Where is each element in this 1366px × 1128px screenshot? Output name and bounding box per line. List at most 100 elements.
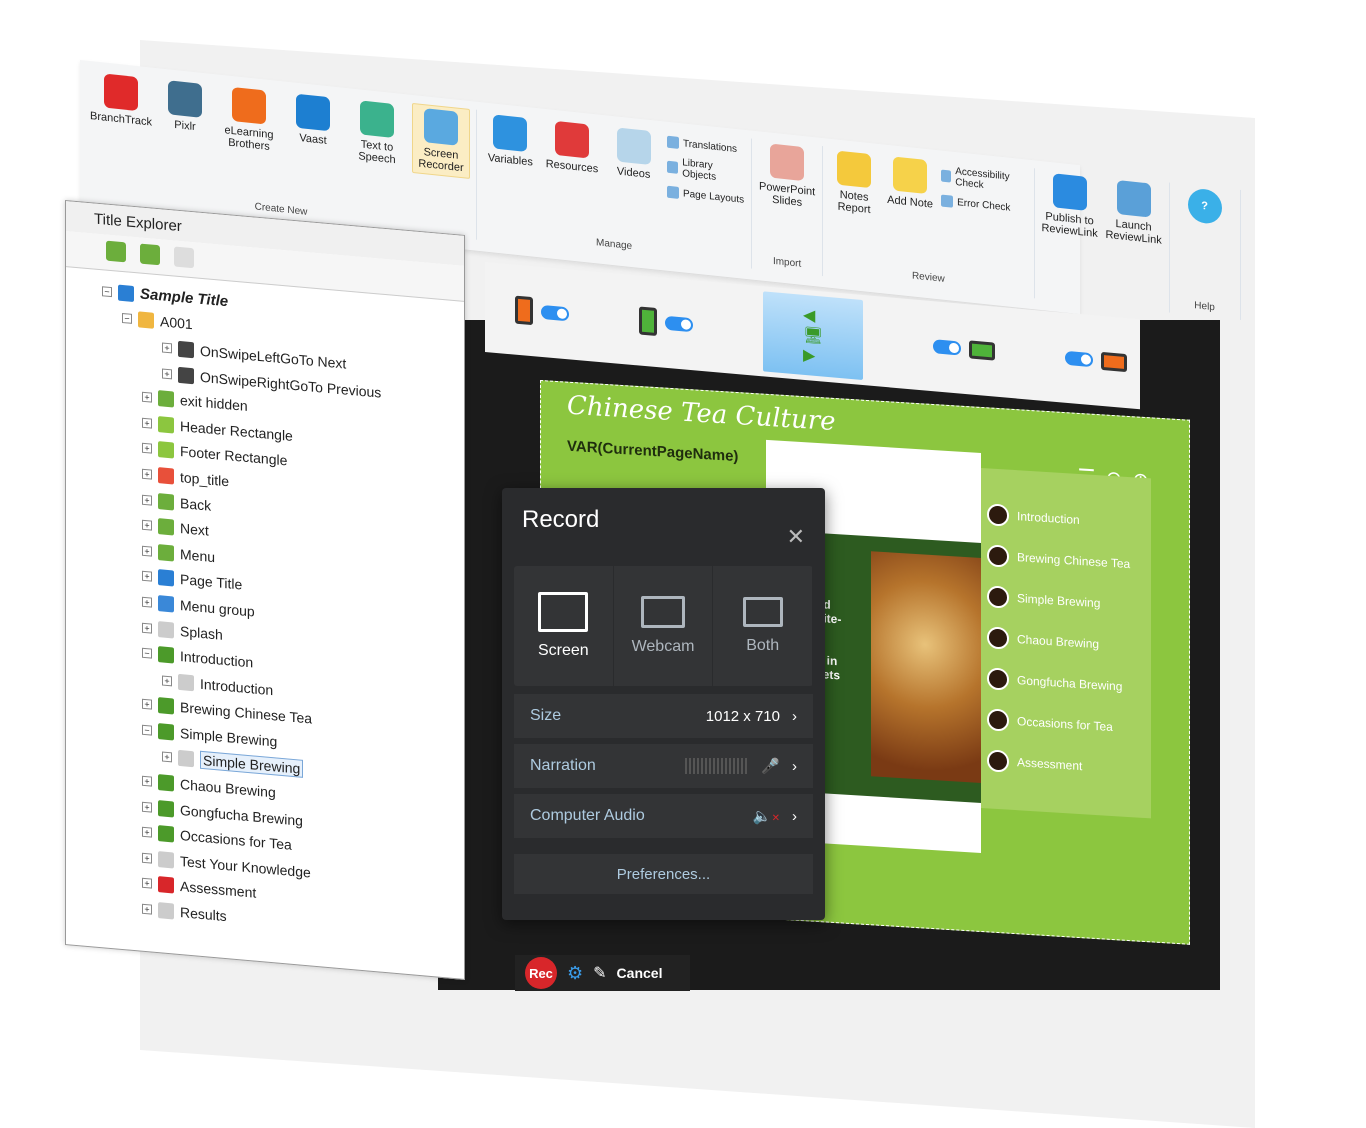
toggle-switch[interactable] bbox=[1065, 350, 1094, 368]
expand-toggle-icon[interactable]: + bbox=[142, 801, 152, 813]
device-tablet-landscape-toggle[interactable] bbox=[933, 337, 996, 361]
speaker-muted-icon: 🔈✕ bbox=[752, 808, 780, 825]
expand-toggle-icon[interactable]: − bbox=[142, 724, 152, 736]
ribbon-button[interactable]: Screen Recorder bbox=[412, 102, 470, 179]
expand-toggle-icon[interactable]: + bbox=[142, 391, 152, 403]
mode-both[interactable]: Both bbox=[713, 566, 814, 686]
expand-toggle-icon[interactable]: + bbox=[142, 622, 152, 634]
expand-toggle-icon[interactable]: + bbox=[142, 699, 152, 710]
add-chapter-icon[interactable] bbox=[106, 240, 126, 263]
expand-toggle-icon[interactable]: + bbox=[162, 342, 172, 354]
expand-toggle-icon[interactable]: + bbox=[162, 675, 172, 687]
expand-toggle-icon[interactable]: + bbox=[142, 852, 152, 864]
chevron-right-icon: › bbox=[792, 707, 797, 725]
expand-toggle-icon[interactable]: + bbox=[142, 519, 152, 531]
tablet-landscape-icon bbox=[969, 340, 996, 361]
expand-toggle-icon[interactable]: + bbox=[162, 751, 172, 763]
gear-icon[interactable]: ⚙ bbox=[567, 963, 583, 984]
expand-toggle-icon[interactable]: + bbox=[142, 878, 152, 890]
expand-toggle-icon[interactable]: + bbox=[142, 827, 152, 838]
device-phone-landscape-toggle[interactable] bbox=[1065, 349, 1128, 373]
bullet-icon bbox=[987, 543, 1009, 568]
expand-toggle-icon[interactable]: + bbox=[142, 494, 152, 506]
ribbon-small-button[interactable]: Accessibility Check bbox=[941, 165, 1028, 196]
close-icon[interactable]: ✕ bbox=[787, 524, 805, 550]
ribbon-button[interactable]: ? bbox=[1176, 183, 1234, 233]
add-section-icon[interactable] bbox=[140, 243, 160, 266]
ribbon-button[interactable]: Videos bbox=[606, 123, 661, 185]
node-type-icon bbox=[158, 902, 174, 920]
ribbon-group-label: Import bbox=[772, 255, 802, 270]
desktop-view-selector[interactable]: ◀ 🖥 ▶ bbox=[763, 291, 864, 381]
ribbon-small-button[interactable]: Page Layouts bbox=[666, 185, 745, 206]
ribbon-button[interactable]: BranchTrack bbox=[90, 69, 152, 131]
ribbon-button[interactable]: eLearning Brothers bbox=[220, 83, 278, 157]
node-type-icon bbox=[158, 595, 174, 613]
ribbon-button[interactable]: Launch ReviewLink bbox=[1105, 176, 1163, 250]
expand-toggle-icon[interactable]: + bbox=[142, 468, 152, 480]
ribbon-button[interactable]: Pixlr bbox=[156, 76, 214, 138]
device-phone-toggle[interactable] bbox=[515, 295, 569, 329]
node-type-icon bbox=[158, 415, 174, 434]
expand-toggle-icon[interactable]: + bbox=[162, 368, 172, 379]
mode-webcam[interactable]: Webcam bbox=[614, 566, 714, 686]
record-mode-selector: Screen Webcam Both bbox=[514, 566, 814, 686]
tree-node-label: Page Title bbox=[180, 571, 243, 593]
node-type-icon bbox=[158, 825, 174, 843]
expand-toggle-icon[interactable]: + bbox=[142, 596, 152, 608]
tree-node-label: Results bbox=[180, 904, 227, 925]
device-tablet-toggle[interactable] bbox=[639, 306, 693, 339]
ribbon-button[interactable]: Vaast bbox=[284, 89, 342, 151]
tablet-icon bbox=[639, 306, 657, 337]
cancel-button[interactable]: Cancel bbox=[617, 965, 663, 981]
expand-toggle-icon[interactable]: + bbox=[142, 417, 152, 429]
toggle-switch[interactable] bbox=[665, 315, 693, 333]
computer-audio-row[interactable]: Computer Audio 🔈✕ › bbox=[514, 794, 813, 838]
ribbon-button[interactable]: Resources bbox=[544, 117, 601, 179]
tree-node-label: Sample Title bbox=[140, 285, 229, 311]
pencil-icon[interactable]: ✎ bbox=[593, 963, 606, 983]
ribbon-button[interactable]: Variables bbox=[483, 110, 538, 172]
title-explorer-panel: Title Explorer − Sample Title − A001 + OnSwip… bbox=[65, 200, 465, 980]
ribbon-small-button[interactable]: Library Objects bbox=[666, 156, 745, 186]
node-type-icon bbox=[178, 366, 194, 384]
preferences-button[interactable]: Preferences... bbox=[514, 854, 813, 894]
pixlr-icon bbox=[168, 80, 202, 118]
ribbon-button[interactable]: Text to Speech bbox=[348, 96, 406, 170]
mode-label: Webcam bbox=[631, 638, 695, 655]
size-row[interactable]: Size 1012 x 710 › bbox=[514, 694, 813, 738]
expand-toggle-icon[interactable]: + bbox=[142, 545, 152, 557]
expand-toggle-icon[interactable]: + bbox=[142, 571, 152, 582]
publish-reviewlink-icon bbox=[1052, 173, 1087, 211]
expand-toggle-icon[interactable]: − bbox=[122, 313, 132, 325]
expand-toggle-icon[interactable]: + bbox=[142, 903, 152, 915]
toggle-switch[interactable] bbox=[933, 339, 962, 356]
variables-icon bbox=[493, 114, 528, 153]
expand-toggle-icon[interactable]: + bbox=[142, 443, 152, 454]
chevron-right-icon: › bbox=[792, 807, 797, 825]
narration-row[interactable]: Narration 🎤 › bbox=[514, 744, 813, 788]
add-note-icon bbox=[893, 156, 928, 195]
expand-toggle-icon[interactable]: + bbox=[142, 775, 152, 787]
toggle-switch[interactable] bbox=[541, 304, 569, 322]
ribbon-button[interactable]: Notes Report bbox=[829, 147, 879, 220]
tree-node-label: Introduction bbox=[180, 648, 254, 671]
node-type-icon bbox=[178, 750, 194, 768]
ribbon-button-label: Text to Speech bbox=[358, 138, 396, 167]
add-page-icon[interactable] bbox=[174, 246, 194, 269]
expand-toggle-icon[interactable]: − bbox=[102, 286, 112, 297]
mode-screen[interactable]: Screen bbox=[514, 566, 614, 686]
ribbon-small-button[interactable]: Error Check bbox=[941, 194, 1028, 216]
record-dialog: Record ✕ Screen Webcam Both Size 1012 x 71… bbox=[502, 488, 825, 920]
ribbon-button[interactable]: Publish to ReviewLink bbox=[1041, 169, 1099, 243]
expand-toggle-icon[interactable]: − bbox=[142, 647, 152, 659]
ribbon-button[interactable]: Add Note bbox=[885, 153, 935, 214]
ribbon-button-label: Add Note bbox=[887, 193, 934, 211]
rec-button[interactable]: Rec bbox=[525, 957, 557, 989]
ribbon-button[interactable]: PowerPoint Slides bbox=[758, 139, 816, 213]
bullet-icon bbox=[987, 707, 1009, 732]
item-icon bbox=[666, 160, 679, 174]
item-icon bbox=[666, 135, 679, 149]
ribbon-small-button[interactable]: Translations bbox=[666, 135, 745, 156]
node-type-icon bbox=[158, 390, 174, 408]
